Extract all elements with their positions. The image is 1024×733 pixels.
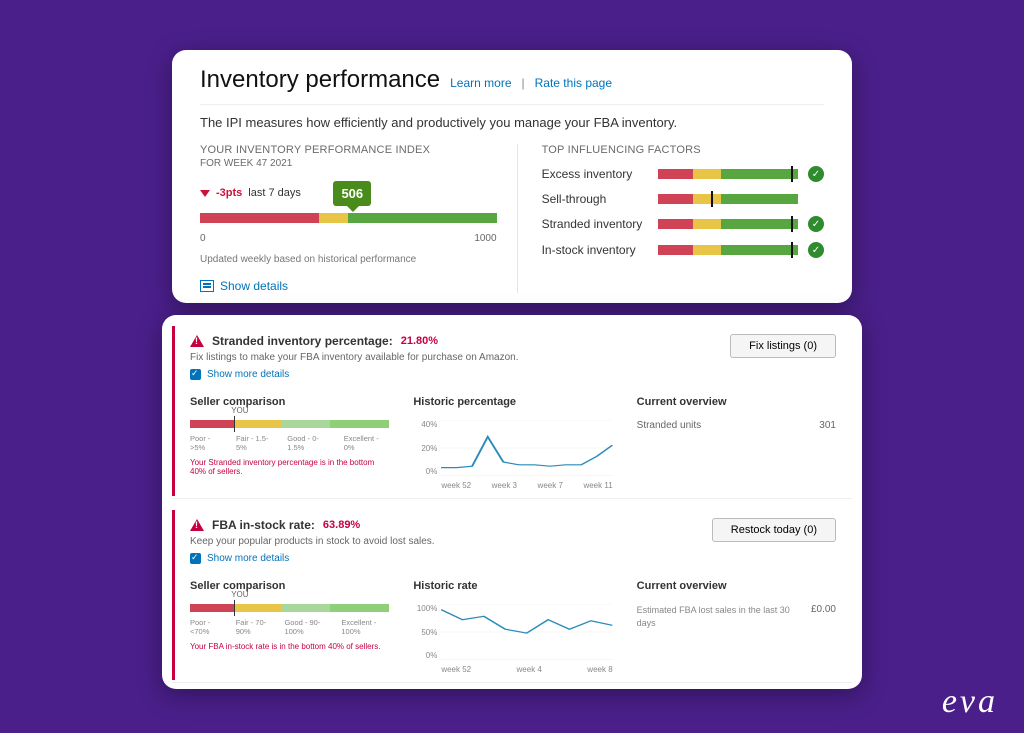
check-icon: ✓ (808, 216, 824, 232)
stranded-overview-value: 301 (819, 420, 836, 431)
rate-page-link[interactable]: Rate this page (535, 76, 612, 90)
ipi-change-pts: -3pts (216, 187, 242, 199)
factor-label: Stranded inventory (542, 217, 648, 231)
stranded-title: Stranded inventory percentage: (212, 334, 393, 348)
factor-row: Stranded inventory ✓ (542, 216, 824, 232)
stranded-overview-label: Stranded units (637, 420, 702, 431)
instock-show-more[interactable]: Show more details (190, 553, 435, 564)
details-icon (200, 280, 214, 292)
factor-row: Excess inventory ✓ (542, 166, 824, 182)
check-icon: ✓ (808, 242, 824, 258)
ipi-panel: Inventory performance Learn more | Rate … (172, 50, 852, 303)
stranded-card: Stranded inventory percentage: 21.80% Fi… (172, 321, 852, 499)
ipi-gauge: 506 (200, 205, 497, 231)
factor-label: In-stock inventory (542, 243, 648, 257)
metrics-panel: Stranded inventory percentage: 21.80% Fi… (162, 315, 862, 689)
stranded-comp-note: Your Stranded inventory percentage is in… (190, 458, 389, 476)
divider: | (522, 76, 525, 90)
ipi-label: YOUR INVENTORY PERFORMANCE INDEX (200, 144, 497, 156)
warning-icon (190, 519, 204, 531)
checkbox-icon (190, 369, 201, 380)
show-details-toggle[interactable]: Show details (200, 279, 497, 293)
stranded-sub: Fix listings to make your FBA inventory … (190, 352, 519, 363)
instock-title: FBA in-stock rate: (212, 518, 315, 532)
factor-row: Sell-through (542, 192, 824, 206)
stranded-comparison: Seller comparison YOU Poor - >5%Fair - 1… (190, 396, 389, 476)
ipi-note: Updated weekly based on historical perfo… (200, 254, 497, 265)
instock-sub: Keep your popular products in stock to a… (190, 536, 435, 547)
instock-value: 63.89% (323, 519, 360, 531)
instock-overview-value: £0.00 (811, 604, 836, 629)
ipi-week: FOR WEEK 47 2021 (200, 158, 497, 169)
stranded-show-more[interactable]: Show more details (190, 369, 519, 380)
ipi-max: 1000 (474, 233, 496, 244)
check-icon: ✓ (808, 166, 824, 182)
factor-label: Excess inventory (542, 167, 648, 181)
factor-gauge (658, 194, 798, 204)
stranded-value: 21.80% (401, 335, 438, 347)
warning-icon (190, 335, 204, 347)
stranded-overview: Current overview Stranded units 301 (637, 396, 836, 431)
page-title: Inventory performance (200, 66, 440, 94)
instock-comp-note: Your FBA in-stock rate is in the bottom … (190, 642, 389, 651)
show-details-label: Show details (220, 279, 288, 293)
stranded-historic: Historic percentage 40%20%0% week 52week… (413, 396, 612, 490)
eva-logo: eva (942, 683, 996, 721)
instock-comparison: Seller comparison YOU Poor - <70%Fair - … (190, 580, 389, 651)
factor-gauge (658, 219, 798, 229)
fix-listings-button[interactable]: Fix listings (0) (730, 334, 836, 358)
factor-row: In-stock inventory ✓ (542, 242, 824, 258)
instock-overview-note: Estimated FBA lost sales in the last 30 … (637, 604, 811, 629)
intro-text: The IPI measures how efficiently and pro… (200, 115, 824, 130)
ipi-section: YOUR INVENTORY PERFORMANCE INDEX FOR WEE… (200, 144, 517, 293)
instock-historic: Historic rate 100%50%0% week 52week 4wee… (413, 580, 612, 674)
factor-label: Sell-through (542, 192, 648, 206)
factors-section: TOP INFLUENCING FACTORS Excess inventory… (517, 144, 824, 293)
factor-gauge (658, 245, 798, 255)
factor-gauge (658, 169, 798, 179)
restock-button[interactable]: Restock today (0) (712, 518, 836, 542)
factors-label: TOP INFLUENCING FACTORS (542, 144, 824, 156)
trend-down-icon (200, 190, 210, 197)
ipi-change-range: last 7 days (248, 187, 301, 199)
checkbox-icon (190, 553, 201, 564)
ipi-min: 0 (200, 233, 206, 244)
instock-card: FBA in-stock rate: 63.89% Keep your popu… (172, 505, 852, 683)
instock-overview: Current overview Estimated FBA lost sale… (637, 580, 836, 629)
learn-more-link[interactable]: Learn more (450, 76, 511, 90)
ipi-score-tooltip: 506 (333, 181, 371, 206)
